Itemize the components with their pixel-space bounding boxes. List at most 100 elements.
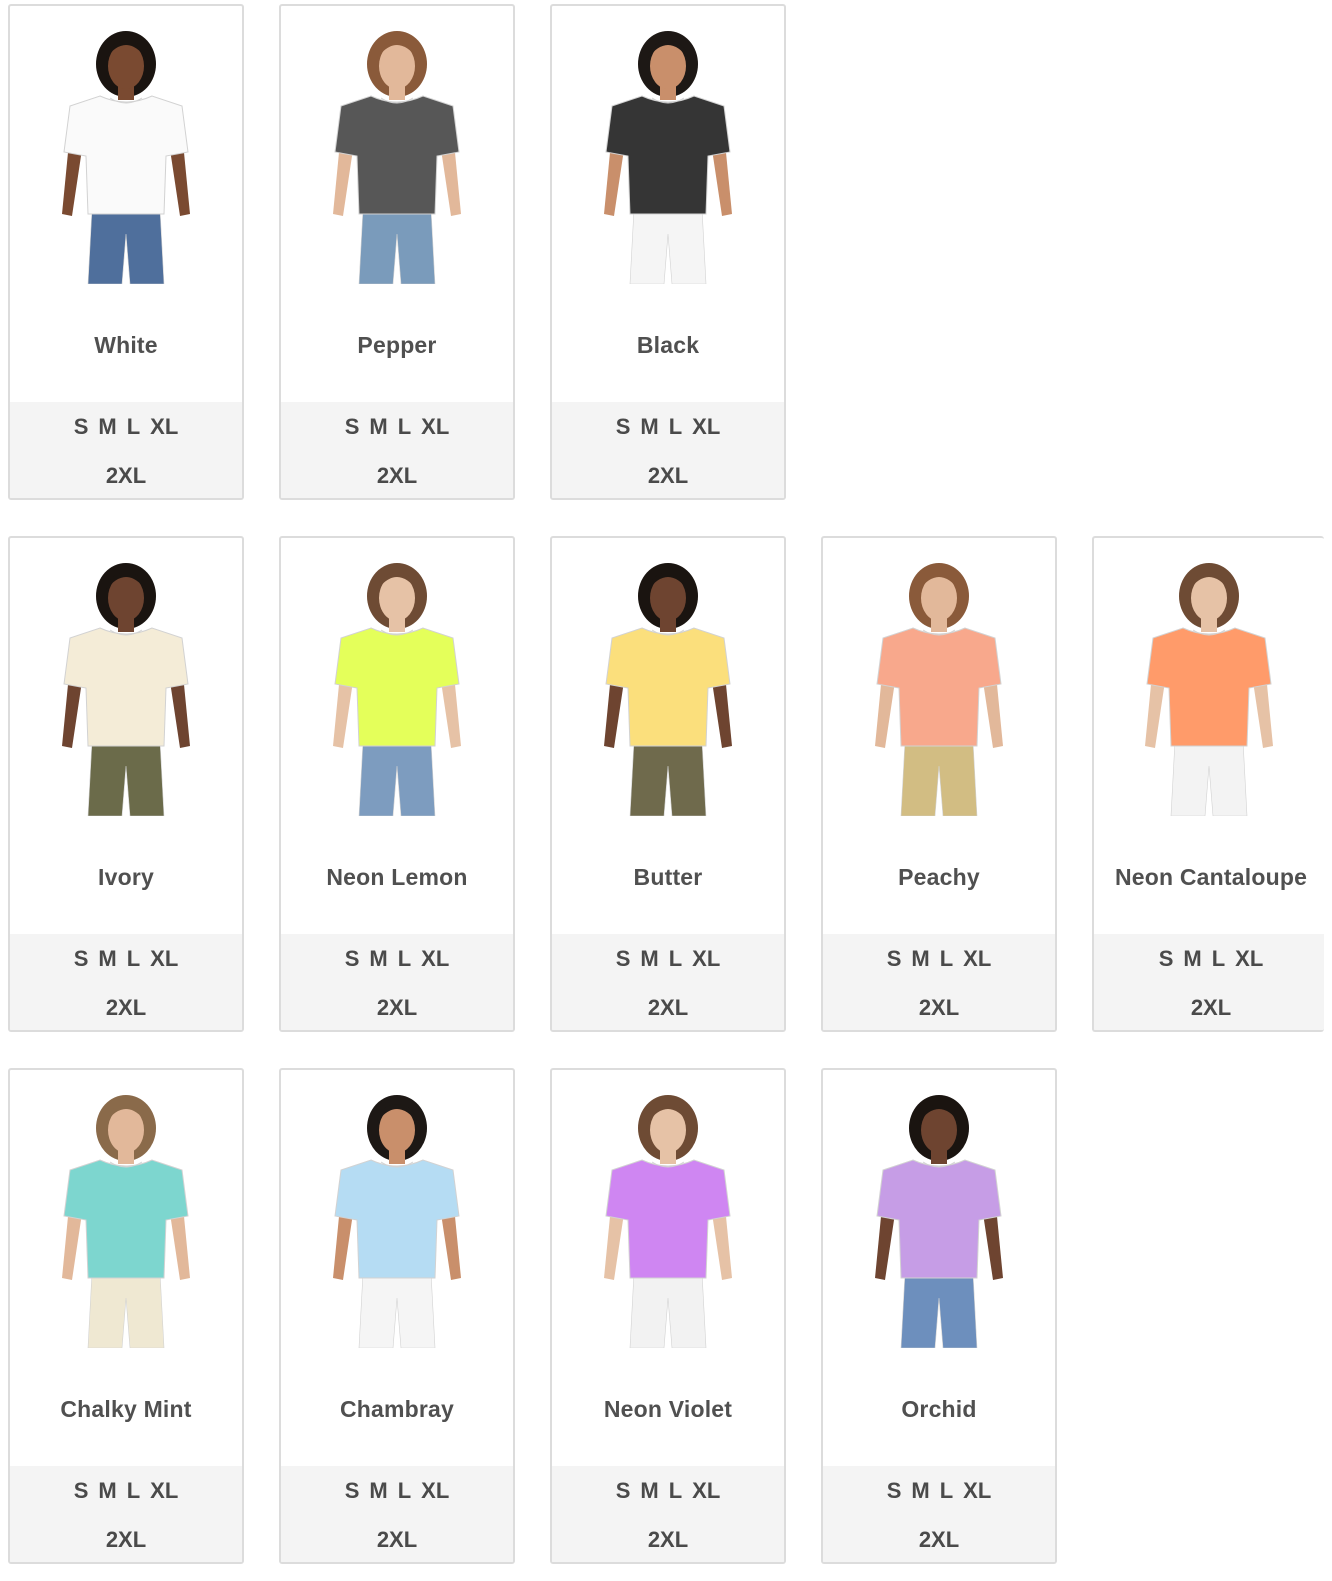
size-option-s[interactable]: S bbox=[345, 414, 360, 440]
size-option-m[interactable]: M bbox=[640, 414, 658, 440]
size-option-l[interactable]: L bbox=[398, 946, 411, 972]
color-name: Orchid bbox=[901, 1396, 977, 1422]
size-option-xl[interactable]: XL bbox=[1235, 946, 1263, 972]
size-option-2xl[interactable]: 2XL bbox=[919, 995, 959, 1021]
size-option-xl[interactable]: XL bbox=[421, 414, 449, 440]
size-selector: S M L XL 2XL bbox=[823, 1466, 1055, 1562]
size-option-m[interactable]: M bbox=[911, 946, 929, 972]
size-option-s[interactable]: S bbox=[74, 946, 89, 972]
size-option-m[interactable]: M bbox=[98, 1478, 116, 1504]
product-photo bbox=[823, 1088, 1055, 1348]
product-photo bbox=[552, 24, 784, 284]
size-option-xl[interactable]: XL bbox=[963, 1478, 991, 1504]
size-option-l[interactable]: L bbox=[669, 1478, 682, 1504]
color-card-black[interactable]: Black S M L XL 2XL bbox=[550, 4, 786, 500]
color-name: Black bbox=[636, 332, 700, 358]
size-option-xl[interactable]: XL bbox=[421, 1478, 449, 1504]
size-option-2xl[interactable]: 2XL bbox=[648, 995, 688, 1021]
size-selector: S M L XL 2XL bbox=[281, 934, 513, 1030]
size-option-2xl[interactable]: 2XL bbox=[1191, 995, 1231, 1021]
size-selector: S M L XL 2XL bbox=[1094, 934, 1324, 1030]
color-card-pepper[interactable]: Pepper S M L XL 2XL bbox=[279, 4, 515, 500]
size-selector: S M L XL 2XL bbox=[10, 1466, 242, 1562]
size-selector: S M L XL 2XL bbox=[552, 402, 784, 498]
size-option-m[interactable]: M bbox=[369, 414, 387, 440]
size-option-s[interactable]: S bbox=[345, 946, 360, 972]
size-option-l[interactable]: L bbox=[669, 414, 682, 440]
color-name: Neon Cantaloupe bbox=[1114, 864, 1308, 890]
size-option-xl[interactable]: XL bbox=[692, 414, 720, 440]
color-card-neon-lemon[interactable]: Neon Lemon S M L XL 2XL bbox=[279, 536, 515, 1032]
size-option-xl[interactable]: XL bbox=[692, 946, 720, 972]
size-option-xl[interactable]: XL bbox=[963, 946, 991, 972]
color-card-white[interactable]: White S M L XL 2XL bbox=[8, 4, 244, 500]
model-illustration bbox=[875, 563, 1003, 816]
size-option-xl[interactable]: XL bbox=[421, 946, 449, 972]
size-option-2xl[interactable]: 2XL bbox=[106, 995, 146, 1021]
size-option-2xl[interactable]: 2XL bbox=[106, 1527, 146, 1553]
color-card-chambray[interactable]: Chambray S M L XL 2XL bbox=[279, 1068, 515, 1564]
size-selector: S M L XL 2XL bbox=[281, 1466, 513, 1562]
product-photo bbox=[552, 1088, 784, 1348]
size-option-s[interactable]: S bbox=[616, 946, 631, 972]
color-card-ivory[interactable]: Ivory S M L XL 2XL bbox=[8, 536, 244, 1032]
size-option-xl[interactable]: XL bbox=[150, 414, 178, 440]
color-card-orchid[interactable]: Orchid S M L XL 2XL bbox=[821, 1068, 1057, 1564]
size-option-s[interactable]: S bbox=[74, 414, 89, 440]
size-option-s[interactable]: S bbox=[616, 1478, 631, 1504]
size-option-l[interactable]: L bbox=[1212, 946, 1225, 972]
size-option-l[interactable]: L bbox=[127, 1478, 140, 1504]
size-option-m[interactable]: M bbox=[98, 946, 116, 972]
model-illustration bbox=[604, 1095, 732, 1348]
size-option-2xl[interactable]: 2XL bbox=[377, 463, 417, 489]
product-photo bbox=[10, 1088, 242, 1348]
size-option-l[interactable]: L bbox=[940, 1478, 953, 1504]
size-option-l[interactable]: L bbox=[669, 946, 682, 972]
color-card-peachy[interactable]: Peachy S M L XL 2XL bbox=[821, 536, 1057, 1032]
size-option-m[interactable]: M bbox=[369, 1478, 387, 1504]
size-selector: S M L XL 2XL bbox=[552, 934, 784, 1030]
color-name: Chalky Mint bbox=[60, 1396, 192, 1422]
size-option-2xl[interactable]: 2XL bbox=[648, 463, 688, 489]
size-option-s[interactable]: S bbox=[74, 1478, 89, 1504]
size-option-2xl[interactable]: 2XL bbox=[377, 995, 417, 1021]
size-option-2xl[interactable]: 2XL bbox=[919, 1527, 959, 1553]
size-option-2xl[interactable]: 2XL bbox=[106, 463, 146, 489]
size-option-l[interactable]: L bbox=[398, 1478, 411, 1504]
color-name: Neon Violet bbox=[603, 1396, 733, 1422]
size-option-m[interactable]: M bbox=[98, 414, 116, 440]
color-card-neon-cantaloupe[interactable]: Neon Cantaloupe S M L XL 2XL bbox=[1092, 536, 1324, 1032]
product-photo bbox=[823, 556, 1055, 816]
product-photo bbox=[1094, 556, 1324, 816]
size-option-xl[interactable]: XL bbox=[692, 1478, 720, 1504]
size-option-2xl[interactable]: 2XL bbox=[377, 1527, 417, 1553]
color-name: Peachy bbox=[898, 864, 980, 890]
size-option-m[interactable]: M bbox=[1183, 946, 1201, 972]
size-option-s[interactable]: S bbox=[887, 946, 902, 972]
size-option-xl[interactable]: XL bbox=[150, 946, 178, 972]
product-photo bbox=[281, 24, 513, 284]
size-option-m[interactable]: M bbox=[911, 1478, 929, 1504]
size-option-l[interactable]: L bbox=[127, 946, 140, 972]
model-illustration bbox=[333, 563, 461, 816]
size-option-xl[interactable]: XL bbox=[150, 1478, 178, 1504]
size-option-s[interactable]: S bbox=[616, 414, 631, 440]
color-card-neon-violet[interactable]: Neon Violet S M L XL 2XL bbox=[550, 1068, 786, 1564]
color-name: Chambray bbox=[339, 1396, 455, 1422]
size-option-l[interactable]: L bbox=[940, 946, 953, 972]
model-illustration bbox=[62, 31, 190, 284]
product-photo bbox=[281, 1088, 513, 1348]
size-option-m[interactable]: M bbox=[369, 946, 387, 972]
product-photo bbox=[10, 556, 242, 816]
size-option-s[interactable]: S bbox=[1159, 946, 1174, 972]
size-option-2xl[interactable]: 2XL bbox=[648, 1527, 688, 1553]
size-option-m[interactable]: M bbox=[640, 1478, 658, 1504]
size-option-l[interactable]: L bbox=[398, 414, 411, 440]
size-option-m[interactable]: M bbox=[640, 946, 658, 972]
color-card-butter[interactable]: Butter S M L XL 2XL bbox=[550, 536, 786, 1032]
color-card-chalky-mint[interactable]: Chalky Mint S M L XL 2XL bbox=[8, 1068, 244, 1564]
size-option-s[interactable]: S bbox=[887, 1478, 902, 1504]
size-option-s[interactable]: S bbox=[345, 1478, 360, 1504]
color-name: Butter bbox=[633, 864, 703, 890]
size-option-l[interactable]: L bbox=[127, 414, 140, 440]
